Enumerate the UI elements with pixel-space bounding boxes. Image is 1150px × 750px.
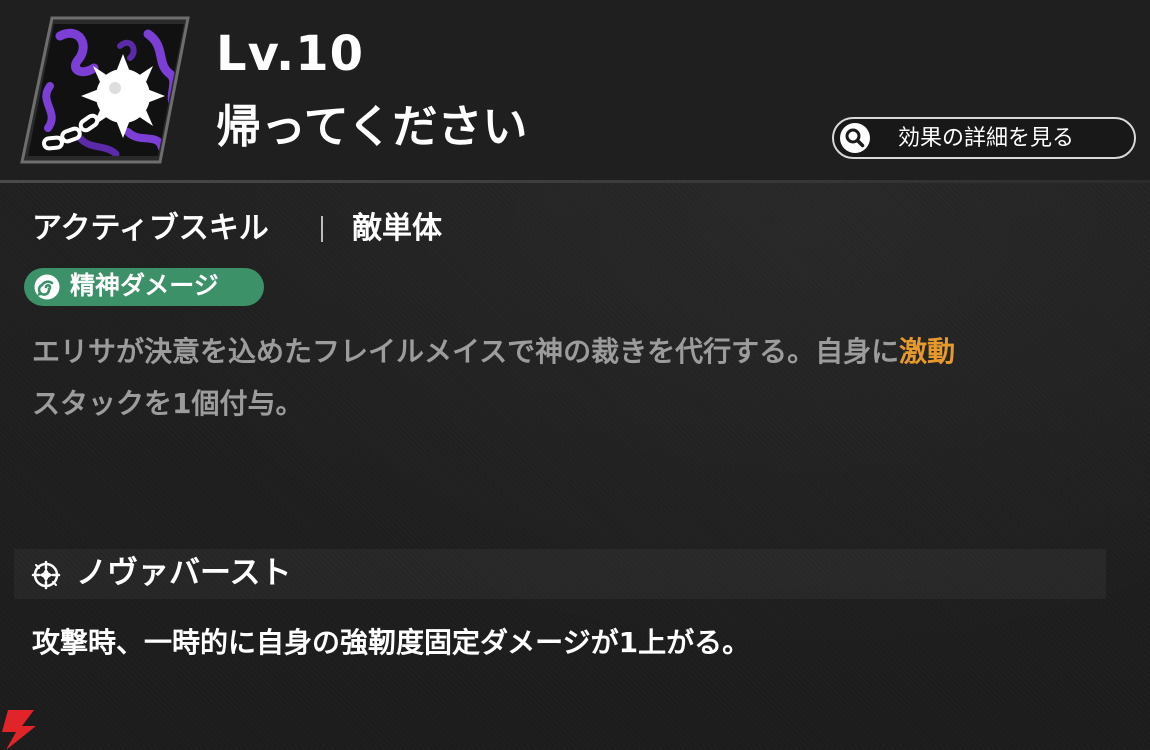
header-divider — [0, 180, 1150, 183]
skill-target: 敵単体 — [352, 211, 442, 246]
lightning-mark-icon — [2, 710, 36, 750]
view-effect-details-button[interactable]: 効果の詳細を見る — [832, 117, 1136, 159]
nova-burst-icon — [31, 560, 61, 590]
spiral-icon — [34, 274, 60, 300]
passive-description: 攻撃時、一時的に自身の強靭度固定ダメージが1上がる。 — [32, 626, 751, 659]
description-text: エリサが決意を込めたフレイルメイスで神の裁きを代行する。自身に — [32, 335, 900, 368]
skill-category: アクティブスキル — [32, 211, 269, 246]
type-separator — [321, 216, 323, 242]
skill-level: Lv.10 — [216, 26, 364, 82]
view-effect-details-label: 効果の詳細を見る — [898, 126, 1075, 151]
description-keyword: 激動 — [899, 335, 956, 368]
damage-type-label: 精神ダメージ — [70, 271, 219, 300]
skill-name: 帰ってください — [216, 100, 528, 153]
skill-description: エリサが決意を込めたフレイルメイスで神の裁きを代行する。自身に激動スタックを1個… — [32, 326, 1112, 430]
passive-title: ノヴァバースト — [76, 555, 292, 591]
damage-type-badge: 精神ダメージ — [24, 268, 264, 306]
search-icon — [840, 123, 870, 153]
description-text-after: スタックを1個付与。 — [32, 387, 304, 420]
flail-mace-icon — [20, 16, 190, 164]
